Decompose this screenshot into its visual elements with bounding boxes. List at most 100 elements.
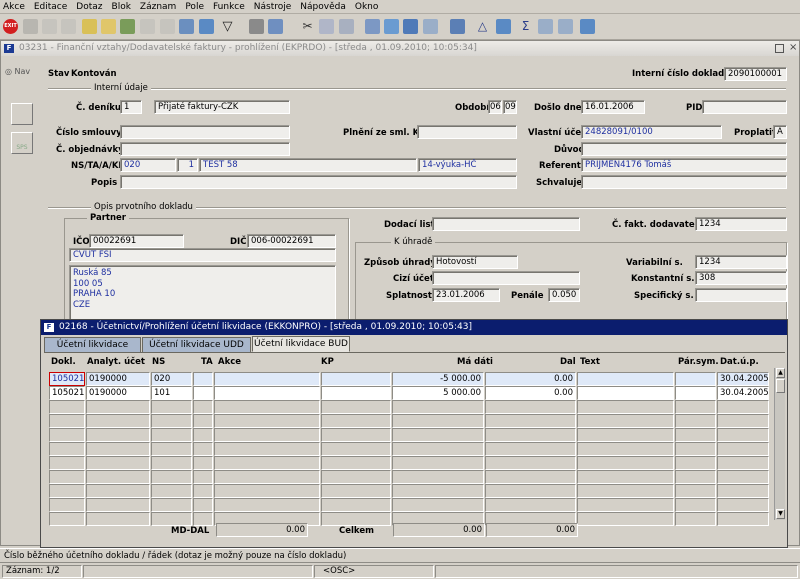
table-cell[interactable] bbox=[675, 512, 716, 526]
table-cell[interactable] bbox=[86, 456, 150, 470]
scroll-down-icon[interactable]: ▼ bbox=[776, 509, 785, 519]
penale-field[interactable]: 0.050 bbox=[548, 288, 580, 302]
cizi-ucet-field[interactable] bbox=[432, 271, 580, 285]
ta-field[interactable]: 1 bbox=[177, 158, 198, 172]
table-cell[interactable] bbox=[214, 386, 320, 400]
menu-item[interactable]: Funkce bbox=[213, 2, 245, 12]
ico-field[interactable]: 00022691 bbox=[89, 234, 184, 248]
c-deniku-field[interactable]: 1 bbox=[120, 100, 142, 114]
konstantni-field[interactable]: 308 bbox=[695, 271, 787, 285]
obdobi-year-field[interactable]: 09 bbox=[503, 100, 517, 114]
table-cell[interactable] bbox=[193, 470, 213, 484]
table-cell[interactable] bbox=[214, 442, 320, 456]
scroll-thumb[interactable] bbox=[776, 379, 785, 393]
table-cell[interactable] bbox=[151, 470, 192, 484]
table-cell[interactable] bbox=[49, 498, 85, 512]
table-cell[interactable] bbox=[485, 498, 576, 512]
table-cell[interactable] bbox=[577, 442, 674, 456]
table-cell[interactable] bbox=[577, 484, 674, 498]
table-cell[interactable] bbox=[675, 498, 716, 512]
triangle-icon[interactable]: △ bbox=[475, 19, 490, 34]
table-cell[interactable] bbox=[485, 414, 576, 428]
table-cell[interactable] bbox=[392, 456, 484, 470]
table-cell[interactable] bbox=[214, 428, 320, 442]
menu-item[interactable]: Pole bbox=[185, 2, 204, 12]
table-cell[interactable] bbox=[485, 484, 576, 498]
refresh-icon[interactable] bbox=[384, 19, 399, 34]
table-cell[interactable] bbox=[321, 386, 391, 400]
menu-item[interactable]: Dotaz bbox=[76, 2, 102, 12]
search-icon[interactable] bbox=[365, 19, 380, 34]
table-cell[interactable] bbox=[151, 442, 192, 456]
table-cell[interactable] bbox=[49, 512, 85, 526]
list-icon[interactable] bbox=[179, 19, 194, 34]
splatnost-field[interactable]: 23.01.2006 bbox=[432, 288, 500, 302]
table-cell[interactable] bbox=[717, 498, 769, 512]
table-cell[interactable] bbox=[151, 512, 192, 526]
popis-field[interactable] bbox=[120, 175, 517, 189]
table-cell[interactable] bbox=[151, 498, 192, 512]
table-cell[interactable] bbox=[193, 498, 213, 512]
table-cell[interactable]: 30.04.2005 bbox=[717, 386, 769, 400]
tab-ucetni-likvidace[interactable]: Účetní likvidace bbox=[44, 337, 141, 352]
table-cell[interactable] bbox=[321, 400, 391, 414]
table-cell[interactable] bbox=[321, 428, 391, 442]
table-cell[interactable] bbox=[675, 414, 716, 428]
sps-button[interactable]: SPS bbox=[11, 132, 33, 154]
table-cell[interactable] bbox=[321, 512, 391, 526]
table-cell[interactable]: 105021C bbox=[49, 386, 85, 400]
table-cell[interactable] bbox=[49, 456, 85, 470]
table-cell[interactable] bbox=[675, 484, 716, 498]
table-cell[interactable] bbox=[577, 414, 674, 428]
table-cell[interactable] bbox=[675, 470, 716, 484]
table-cell[interactable] bbox=[193, 456, 213, 470]
table-cell[interactable] bbox=[193, 386, 213, 400]
table-cell[interactable] bbox=[193, 414, 213, 428]
hand-icon[interactable] bbox=[11, 103, 33, 125]
tab-ucetni-likvidace-bud[interactable]: Účetní likvidace BUD bbox=[252, 336, 350, 352]
table-cell[interactable] bbox=[717, 456, 769, 470]
table-cell[interactable] bbox=[151, 414, 192, 428]
table-cell[interactable] bbox=[86, 498, 150, 512]
query-enter-icon[interactable] bbox=[101, 19, 116, 34]
table-cell[interactable] bbox=[214, 400, 320, 414]
grid-icon[interactable] bbox=[558, 19, 573, 34]
specificky-field[interactable] bbox=[695, 288, 787, 302]
table-cell[interactable] bbox=[577, 512, 674, 526]
table-cell[interactable] bbox=[577, 386, 674, 400]
table-cell[interactable] bbox=[675, 428, 716, 442]
table-cell[interactable]: 5 000.00 bbox=[392, 386, 484, 400]
table-cell[interactable] bbox=[49, 470, 85, 484]
next-block-icon[interactable] bbox=[199, 19, 214, 34]
menu-item[interactable]: Nástroje bbox=[254, 2, 292, 12]
table-cell[interactable] bbox=[392, 414, 484, 428]
table-cell[interactable] bbox=[675, 386, 716, 400]
table-cell[interactable] bbox=[86, 442, 150, 456]
menu-item[interactable]: Blok bbox=[112, 2, 131, 12]
table-cell[interactable] bbox=[717, 442, 769, 456]
table-cell[interactable] bbox=[577, 428, 674, 442]
table-cell[interactable] bbox=[392, 470, 484, 484]
table-cell[interactable] bbox=[193, 484, 213, 498]
table-cell[interactable] bbox=[214, 498, 320, 512]
table-cell[interactable] bbox=[151, 484, 192, 498]
doslo-dne-field[interactable]: 16.01.2006 bbox=[581, 100, 645, 114]
table-cell[interactable] bbox=[86, 512, 150, 526]
table-cell[interactable] bbox=[485, 456, 576, 470]
dodaci-list-field[interactable] bbox=[432, 217, 580, 231]
table-cell[interactable] bbox=[321, 484, 391, 498]
table-cell[interactable] bbox=[675, 442, 716, 456]
plneni-field[interactable] bbox=[417, 125, 517, 139]
menu-item[interactable]: Nápověda bbox=[300, 2, 346, 12]
table-icon[interactable] bbox=[538, 19, 553, 34]
table-cell[interactable] bbox=[717, 470, 769, 484]
table-scrollbar[interactable]: ▲ ▼ bbox=[774, 368, 785, 520]
clear-icon[interactable] bbox=[61, 19, 76, 34]
table-cell[interactable] bbox=[485, 400, 576, 414]
table-cell[interactable] bbox=[392, 442, 484, 456]
ns-field[interactable]: 020 bbox=[120, 158, 176, 172]
table-cell[interactable] bbox=[675, 372, 716, 386]
denik-name-field[interactable]: Přijaté faktury-CZK bbox=[154, 100, 290, 114]
table-cell[interactable] bbox=[321, 372, 391, 386]
save-icon[interactable] bbox=[23, 19, 38, 34]
